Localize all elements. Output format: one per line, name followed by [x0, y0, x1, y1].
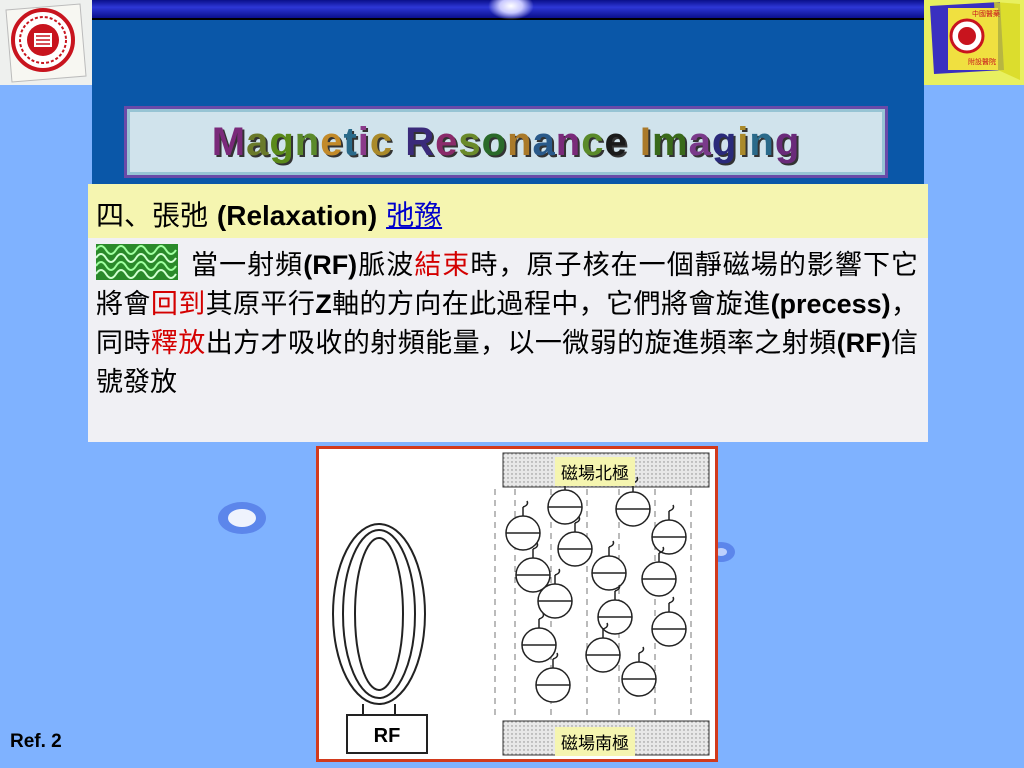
- magnet-diagram: [332, 452, 710, 756]
- university-badge-logo-right: 中國醫藥 附設醫院: [924, 0, 1024, 85]
- body-seg-precess: (precess): [770, 289, 891, 319]
- university-seal-logo-left: [0, 0, 92, 85]
- title-letter: g: [711, 120, 738, 164]
- relaxation-link[interactable]: 弛豫: [386, 199, 442, 232]
- title-letter: a: [246, 120, 270, 164]
- title-letter: R: [405, 120, 436, 164]
- title-letter: [628, 120, 640, 164]
- body-seg-rf: (RF): [303, 250, 358, 280]
- body-seg: 當一射頻: [190, 250, 304, 281]
- body-seg-z: Z: [315, 289, 332, 319]
- svg-text:附設醫院: 附設醫院: [968, 57, 996, 66]
- mri-relaxation-figure: 磁場北極 磁場南極 RF: [316, 446, 718, 762]
- title-letter: a: [688, 120, 712, 164]
- body-seg-rf2: (RF): [836, 328, 891, 358]
- title-letter: i: [357, 120, 370, 164]
- title-letter: o: [481, 120, 508, 164]
- body-seg: 脈波: [357, 250, 415, 281]
- body-highlight-end: 結束: [414, 250, 471, 281]
- title-letter: g: [269, 120, 295, 164]
- title-letter: s: [458, 120, 482, 164]
- title-letter: n: [749, 120, 775, 164]
- title-letter: m: [651, 120, 689, 164]
- spin-sphere: [651, 596, 687, 647]
- title-letter: n: [555, 120, 582, 164]
- reference-label: Ref. 2: [10, 731, 62, 752]
- body-highlight-return: 回到: [150, 289, 206, 320]
- page-title: Magnetic Resonance Imaging: [127, 120, 885, 165]
- heading-prefix: 四、張弛: [96, 199, 217, 232]
- title-letter: n: [294, 120, 321, 164]
- north-pole-label: 磁場北極: [555, 457, 635, 486]
- title-box: Magnetic Resonance Imaging: [124, 106, 888, 178]
- section-heading-bar: 四、張弛 (Relaxation) 弛豫: [88, 184, 928, 238]
- section-heading: 四、張弛 (Relaxation) 弛豫: [96, 194, 442, 234]
- title-letter: [393, 120, 405, 164]
- title-letter: e: [320, 120, 344, 164]
- title-letter: i: [737, 120, 750, 164]
- south-pole-label: 磁場南極: [555, 727, 635, 756]
- spin-sphere: [505, 500, 541, 551]
- title-letter: c: [581, 120, 605, 164]
- body-highlight-release: 釋放: [150, 328, 206, 359]
- heading-english: (Relaxation): [216, 200, 378, 231]
- wave-bullet-icon: [96, 244, 178, 280]
- title-letter: g: [774, 120, 801, 164]
- title-letter: I: [639, 120, 652, 164]
- spin-sphere: [591, 540, 627, 591]
- title-letter: n: [507, 120, 533, 164]
- title-letter: e: [604, 120, 628, 164]
- body-panel: 當一射頻(RF)脈波結束時，原子核在一個靜磁場的影響下它將會回到其原平行Z軸的方…: [88, 238, 928, 442]
- body-seg: 其原平行: [205, 289, 316, 320]
- spin-sphere: [597, 584, 633, 635]
- body-seg: 軸的方向在此過程中，它們將會旋進: [331, 289, 771, 320]
- body-paragraph: 當一射頻(RF)脈波結束時，原子核在一個靜磁場的影響下它將會回到其原平行Z軸的方…: [96, 244, 918, 402]
- title-letter: M: [211, 120, 247, 164]
- title-letter: c: [369, 120, 394, 164]
- body-seg: 出方才吸收的射頻能量，以一微弱的旋進頻率之射頻: [205, 328, 837, 359]
- spin-sphere: [651, 504, 687, 555]
- sparkle-icon: [218, 502, 266, 534]
- header-glow: [488, 0, 534, 20]
- svg-text:中國醫藥: 中國醫藥: [972, 9, 1000, 18]
- title-letter: t: [343, 120, 358, 164]
- rf-coil-label: RF: [373, 725, 401, 747]
- title-letter: e: [435, 120, 459, 164]
- spin-sphere: [521, 612, 557, 663]
- title-letter: a: [532, 120, 556, 164]
- spin-sphere: [621, 646, 657, 697]
